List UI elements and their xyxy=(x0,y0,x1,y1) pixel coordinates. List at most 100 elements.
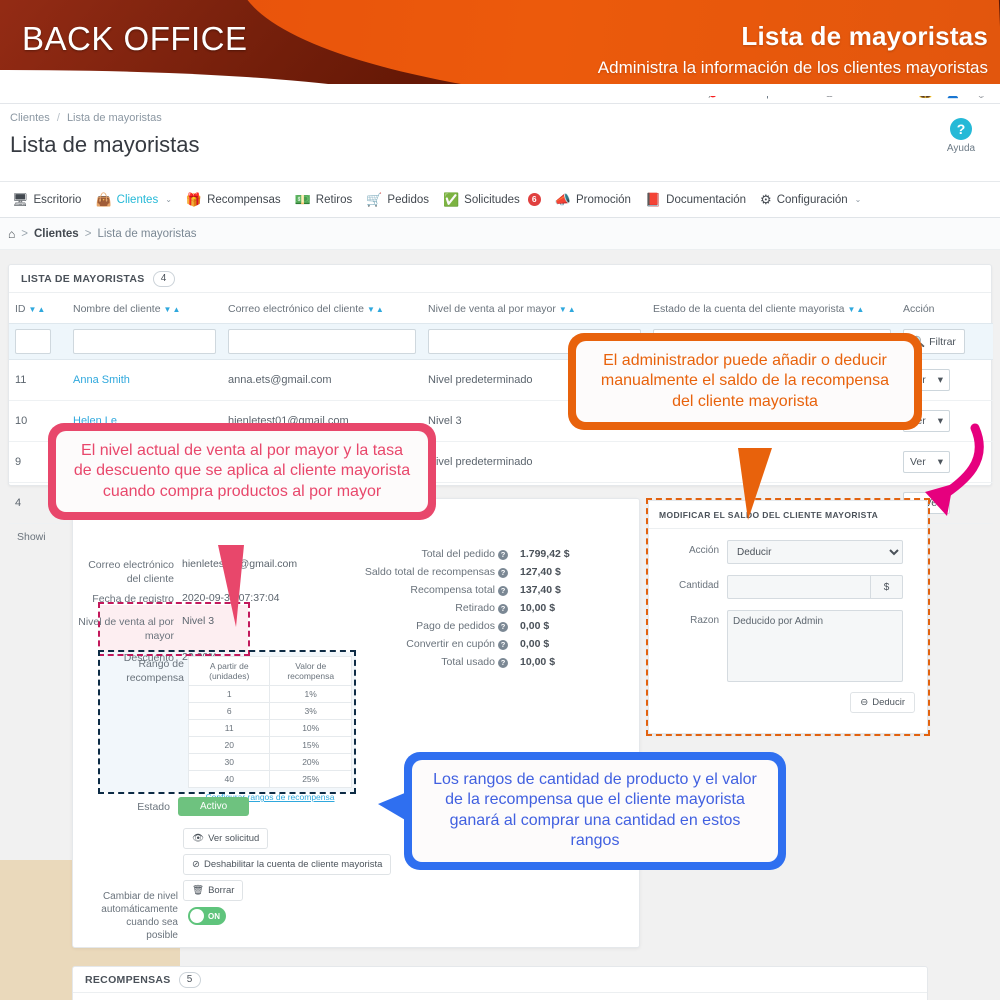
cell-level: Nivel predeterminado xyxy=(422,441,647,483)
action-label: Acción xyxy=(688,545,719,556)
hero-banner: BACK OFFICE Lista de mayoristas Administ… xyxy=(0,0,1000,96)
breadcrumb-separator: / xyxy=(56,112,60,124)
detail-label: Fecha de registro xyxy=(92,593,174,606)
action-select[interactable]: Deducir xyxy=(727,540,903,564)
reason-textarea[interactable]: Deducido por Admin xyxy=(727,610,903,682)
col-id[interactable]: ID ▼▲ xyxy=(9,293,67,324)
cell-status xyxy=(647,441,897,483)
filter-input-name[interactable] xyxy=(73,329,216,354)
summary-label-text: Convertir en cupón xyxy=(406,638,495,650)
disable-account-button[interactable]: ⊘ Deshabilitar la cuenta de cliente mayo… xyxy=(183,854,392,875)
sort-icon[interactable]: ▼▲ xyxy=(367,305,385,314)
breadcrumb-link-clientes[interactable]: Clientes xyxy=(34,228,79,240)
chevron-down-icon: ⌄ xyxy=(854,195,862,204)
breadcrumb: ⌂ > Clientes > Lista de mayoristas xyxy=(0,218,1000,250)
nav-label: Promoción xyxy=(575,193,631,206)
rr-from: 30 xyxy=(187,753,271,771)
view-request-button[interactable]: 👁 Ver solicitud xyxy=(183,828,269,849)
summary-row-total-reward: Recompensa total? 137,40 $ xyxy=(300,584,640,596)
summary-label-text: Retirado xyxy=(455,602,495,614)
rewards-count-badge: 5 xyxy=(178,971,201,988)
summary-label-text: Total usado xyxy=(441,656,495,668)
filter-input-email[interactable] xyxy=(228,329,416,354)
reward-range-row: 30 20% xyxy=(187,753,352,771)
reward-range-row: 40 25% xyxy=(187,770,352,788)
summary-label: Recompensa total? xyxy=(300,584,514,596)
nav-item-clientes[interactable]: 👜 Clientes ⌄ xyxy=(89,189,177,210)
currency-suffix: $ xyxy=(870,575,903,599)
cell-name[interactable]: Anna Smith xyxy=(67,359,222,401)
col-label: Nombre del cliente xyxy=(73,303,161,315)
reward-range-row: 1 1% xyxy=(187,685,352,703)
nav-item-documentacion[interactable]: 📕 Documentación xyxy=(639,189,752,210)
auto-level-toggle[interactable]: ON xyxy=(188,907,226,925)
breadcrumb-parent[interactable]: Clientes xyxy=(10,112,50,124)
help-icon[interactable]: ? xyxy=(498,640,508,650)
reward-range-row: 11 10% xyxy=(187,719,352,737)
main-navigation: 🖥 Escritorio 👜 Clientes ⌄ 🎁 Recompensas … xyxy=(0,182,1000,218)
nav-item-retiros[interactable]: 💵 Retiros xyxy=(289,189,359,210)
modify-action-row: Acción Deducir xyxy=(649,540,927,564)
col-name[interactable]: Nombre del cliente ▼▲ xyxy=(67,293,222,324)
filter-input-id[interactable] xyxy=(15,329,51,354)
help-icon[interactable]: ? xyxy=(498,658,508,668)
help-icon[interactable]: ? xyxy=(498,622,508,632)
nav-item-recompensas[interactable]: 🎁 Recompensas xyxy=(180,189,287,210)
nav-item-escritorio[interactable]: 🖥 Escritorio xyxy=(6,189,87,210)
cell-id: 11 xyxy=(9,359,67,401)
nav-item-promocion[interactable]: 📣 Promoción xyxy=(549,189,637,210)
summary-value: 0,00 $ xyxy=(520,620,550,632)
modify-reason-row: Razon Deducido por Admin xyxy=(649,610,927,682)
reward-summary: Total del pedido? 1.799,42 $ Saldo total… xyxy=(300,548,640,674)
help-icon[interactable]: ? xyxy=(498,568,508,578)
nav-item-solicitudes[interactable]: ✅ Solicitudes 6 xyxy=(437,189,547,210)
summary-row-total-used: Total usado? 10,00 $ xyxy=(300,656,640,668)
col-status[interactable]: Estado de la cuenta del cliente mayorist… xyxy=(647,293,897,324)
nav-label: Clientes xyxy=(116,193,159,206)
modify-balance-card: MODIFICAR EL SALDO DEL CLIENTE MAYORISTA… xyxy=(648,500,928,734)
rr-value: 25% xyxy=(269,770,352,788)
nav-item-configuracion[interactable]: ⚙ Configuración ⌄ xyxy=(754,189,867,210)
sort-icon[interactable]: ▼▲ xyxy=(559,305,577,314)
home-icon[interactable]: ⌂ xyxy=(8,227,15,241)
nav-label: Escritorio xyxy=(33,193,82,206)
reason-label: Razon xyxy=(690,615,719,626)
summary-row-order-total: Total del pedido? 1.799,42 $ xyxy=(300,548,640,560)
filter-cell-email xyxy=(222,323,422,360)
ban-icon: ⊘ xyxy=(192,859,200,870)
auto-level-row: Cambiar de nivel automáticamente cuando … xyxy=(100,890,226,942)
customer-link[interactable]: Anna Smith xyxy=(73,374,130,386)
sort-icon[interactable]: ▼▲ xyxy=(164,305,182,314)
nav-label: Recompensas xyxy=(207,193,281,206)
summary-label-text: Recompensa total xyxy=(410,584,495,596)
sort-icon[interactable]: ▼▲ xyxy=(847,305,865,314)
summary-label: Saldo total de recompensas? xyxy=(300,566,514,578)
button-label: Deducir xyxy=(872,697,905,708)
banner-subtitle: Administra la información de los cliente… xyxy=(597,58,988,77)
help-icon[interactable]: ? xyxy=(498,586,508,596)
callout-admin-balance: El administrador puede añadir o deducir … xyxy=(568,333,922,431)
help-button[interactable]: ? Ayuda xyxy=(936,118,986,154)
col-action: Acción xyxy=(897,293,993,324)
col-label: Estado de la cuenta del cliente mayorist… xyxy=(653,303,845,315)
col-level[interactable]: Nivel de venta al por mayor ▼▲ xyxy=(422,293,647,324)
page-header: Clientes / Lista de mayoristas Lista de … xyxy=(0,104,1000,182)
col-email[interactable]: Correo electrónico del cliente ▼▲ xyxy=(222,293,422,324)
nav-label: Retiros xyxy=(315,193,353,206)
summary-row-order-payment: Pago de pedidos? 0,00 $ xyxy=(300,620,640,632)
reward-range-table: A partir de (unidades) Valor de recompen… xyxy=(187,656,352,788)
amount-input[interactable] xyxy=(727,575,870,599)
callout-tail-pink xyxy=(218,545,244,627)
sort-icon[interactable]: ▼▲ xyxy=(29,305,47,314)
col-label: Correo electrónico del cliente xyxy=(228,303,364,315)
reward-range-row: 20 15% xyxy=(187,736,352,754)
breadcrumb-current-page: Lista de mayoristas xyxy=(97,227,197,240)
rewards-card-title: RECOMPENSAS xyxy=(85,973,171,986)
nav-item-pedidos[interactable]: 🛒 Pedidos xyxy=(360,189,435,210)
help-icon[interactable]: ? xyxy=(498,604,508,614)
summary-value: 137,40 $ xyxy=(520,584,561,596)
deduct-submit-button[interactable]: ⊖ Deducir xyxy=(850,692,915,713)
filter-button-label: Filtrar xyxy=(929,335,956,348)
gift-icon: 🎁 xyxy=(185,192,203,207)
help-icon[interactable]: ? xyxy=(498,550,508,560)
